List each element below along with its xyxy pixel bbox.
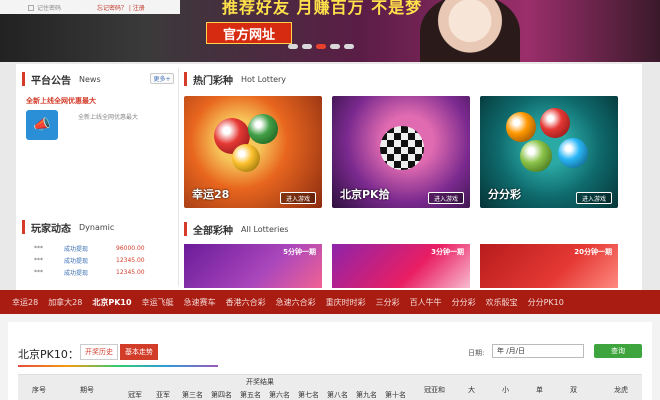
nav-item[interactable]: 急速六合彩 — [276, 297, 316, 308]
banner-slogan: 推荐好友 月赚百万 不是梦 — [222, 0, 423, 17]
nav-item[interactable]: 欢乐骰宝 — [486, 297, 518, 308]
game-card-pk10[interactable]: 北京PK拾 进入游戏 — [332, 96, 470, 208]
nav-item[interactable]: 幸运飞艇 — [142, 297, 174, 308]
forgot-register-links[interactable]: 忘记密码？ | 注册 — [97, 3, 145, 12]
column-header: 单 — [536, 386, 543, 394]
game-card-fenfencai[interactable]: 分分彩 进入游戏 — [480, 96, 618, 208]
nav-item[interactable]: 分分彩 — [452, 297, 476, 308]
date-input[interactable]: 年 /月/日 — [492, 344, 584, 358]
ball-icon — [506, 112, 536, 142]
remember-password[interactable]: 记住密码 — [28, 3, 61, 12]
column-header: 序号 — [32, 386, 46, 394]
ball-icon — [520, 140, 552, 172]
nav-item[interactable]: 分分PK10 — [528, 297, 564, 308]
lottery-nav: 幸运28 加拿大28 北京PK10 幸运飞艇 急速赛车 香港六合彩 急速六合彩 … — [0, 290, 660, 314]
column-header: 双 — [570, 386, 577, 394]
column-header: 亚军 — [156, 391, 170, 399]
carousel-dot[interactable] — [288, 44, 298, 49]
hot-section-title: 热门彩种 Hot Lottery — [184, 72, 286, 87]
nav-item[interactable]: 香港六合彩 — [226, 297, 266, 308]
tab-history[interactable]: 开奖历史 — [80, 344, 118, 360]
nav-item[interactable]: 三分彩 — [376, 297, 400, 308]
enter-game-button[interactable]: 进入游戏 — [575, 192, 612, 204]
carousel-dot[interactable] — [344, 44, 354, 49]
game-card-xingyun28[interactable]: 幸运28 进入游戏 — [184, 96, 322, 208]
results-box: 北京PK10： 开奖历史 基本走势 日期: 年 /月/日 查询 序号 期号 开奖… — [8, 322, 652, 400]
column-header: 第七名 — [298, 391, 319, 399]
ball-icon — [248, 114, 278, 144]
period-tag: 3分钟一期 — [431, 248, 464, 256]
ball-icon — [540, 108, 570, 138]
list-item: *** 成功提现 12345.00 — [34, 268, 145, 277]
column-header: 第九名 — [356, 391, 377, 399]
rainbow-divider — [18, 365, 218, 367]
column-header: 大 — [468, 386, 475, 394]
card-name: 幸运28 — [192, 188, 230, 201]
results-table-header: 序号 期号 开奖结果 冠军 亚军 第三名 第四名 第五名 第六名 第七名 第八名… — [18, 374, 642, 400]
notice-section-title: 平台公告 News — [22, 72, 101, 87]
results-tabs: 开奖历史 基本走势 — [80, 344, 158, 360]
column-header: 第三名 — [182, 391, 203, 399]
carousel-dot-active[interactable] — [316, 44, 326, 49]
column-header: 龙虎 — [614, 386, 628, 394]
nav-item[interactable]: 加拿大28 — [48, 297, 82, 308]
nav-item[interactable]: 百人牛牛 — [410, 297, 442, 308]
all-section-title: 全部彩种 All Lotteries — [184, 222, 288, 237]
more-button[interactable]: 更多+ — [150, 73, 174, 84]
banner-model-image — [420, 0, 520, 62]
date-label: 日期: — [468, 349, 485, 357]
results-area: 北京PK10： 开奖历史 基本走势 日期: 年 /月/日 查询 序号 期号 开奖… — [0, 314, 660, 400]
checkered-flag-icon — [380, 126, 424, 170]
column-header: 开奖结果 — [246, 378, 274, 386]
nav-item[interactable]: 急速赛车 — [184, 297, 216, 308]
period-tag: 20分钟一期 — [574, 248, 612, 256]
column-header: 冠军 — [128, 391, 142, 399]
enter-game-button[interactable]: 进入游戏 — [279, 192, 316, 204]
login-strip: 记住密码 忘记密码？ | 注册 — [0, 0, 180, 14]
lottery-card[interactable]: 3分钟一期 — [332, 244, 470, 288]
main-panel: 平台公告 News 更多+ 全新上线全网优惠最大 📣 全新上线全网优惠最大 热门彩… — [16, 64, 642, 290]
column-header: 第六名 — [269, 391, 290, 399]
nav-item[interactable]: 幸运28 — [12, 297, 38, 308]
dynamic-list: *** 成功提现 96000.00 *** 成功提现 12345.00 *** 成功提现 1… — [34, 242, 174, 278]
nav-item[interactable]: 重庆时时彩 — [326, 297, 366, 308]
nav-item-active[interactable]: 北京PK10 — [92, 297, 131, 308]
lottery-card[interactable]: 20分钟一期 — [480, 244, 618, 288]
top-banner: 记住密码 忘记密码？ | 注册 推荐好友 月赚百万 不是梦 官方网址 — [0, 0, 660, 62]
query-button[interactable]: 查询 — [594, 344, 642, 358]
notice-text[interactable]: 全新上线全网优惠最大 — [78, 112, 138, 121]
tab-trend[interactable]: 基本走势 — [120, 344, 158, 360]
column-header: 冠亚和 — [424, 386, 445, 394]
column-header: 第五名 — [240, 391, 261, 399]
dynamic-section-title: 玩家动态 Dynamic — [22, 220, 114, 235]
card-name: 分分彩 — [488, 188, 521, 201]
lottery-card[interactable]: 5分钟一期 — [184, 244, 322, 288]
results-title: 北京PK10： — [18, 348, 79, 361]
column-header: 期号 — [80, 386, 94, 394]
remember-checkbox[interactable] — [28, 5, 34, 11]
ball-icon — [232, 144, 260, 172]
card-name: 北京PK拾 — [340, 188, 390, 201]
column-header: 第四名 — [211, 391, 232, 399]
column-header: 第十名 — [385, 391, 406, 399]
column-header: 小 — [502, 386, 509, 394]
official-site-button[interactable]: 官方网址 — [206, 22, 292, 44]
carousel-dot[interactable] — [330, 44, 340, 49]
period-tag: 5分钟一期 — [283, 248, 316, 256]
column-header: 第八名 — [327, 391, 348, 399]
notice-headline[interactable]: 全新上线全网优惠最大 — [26, 96, 96, 106]
carousel-dots[interactable] — [288, 44, 354, 49]
megaphone-icon: 📣 — [26, 110, 58, 140]
list-item: *** 成功提现 12345.00 — [34, 256, 145, 265]
ball-icon — [558, 138, 588, 168]
divider — [178, 68, 179, 286]
enter-game-button[interactable]: 进入游戏 — [427, 192, 464, 204]
carousel-dot[interactable] — [302, 44, 312, 49]
list-item: *** 成功提现 96000.00 — [34, 244, 145, 253]
